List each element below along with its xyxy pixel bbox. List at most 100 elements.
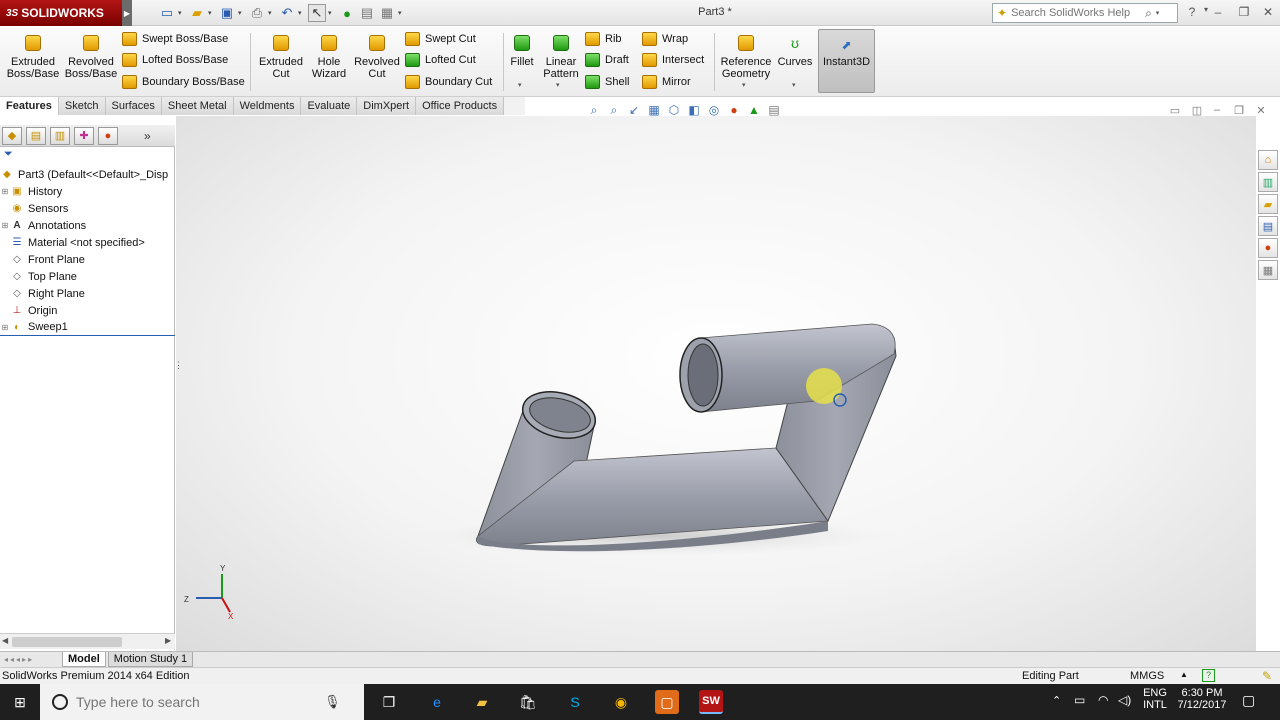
configuration-manager-icon[interactable]: ▥ xyxy=(50,126,70,145)
lofted-boss-base-button[interactable]: Lofted Boss/Base xyxy=(122,51,228,69)
solidworks-logo[interactable]: 3S SOLIDWORKS xyxy=(0,0,122,26)
show-hidden-icons-icon[interactable]: ⌃ xyxy=(1052,694,1061,707)
boundary-boss-base-button[interactable]: Boundary Boss/Base xyxy=(122,73,245,91)
task-view-icon[interactable]: ❐ xyxy=(377,690,401,714)
intersect-button[interactable]: Intersect xyxy=(642,51,704,69)
file-explorer-icon[interactable]: ▰ xyxy=(1258,194,1278,214)
rebuild-status-icon[interactable]: ✎ xyxy=(1262,669,1272,683)
property-manager-icon[interactable]: ▤ xyxy=(26,126,46,145)
microphone-icon[interactable]: 🎙 xyxy=(324,694,341,710)
mirror-button[interactable]: Mirror xyxy=(642,73,691,91)
search-icon[interactable]: ⌕ xyxy=(1145,6,1152,21)
scrollbar-thumb[interactable] xyxy=(12,637,122,647)
instant3d-button[interactable]: ⬈ Instant3D xyxy=(818,29,875,93)
expand-toggle-icon[interactable]: ⊞ xyxy=(0,323,10,332)
menu-expand-arrow-icon[interactable]: ▶ xyxy=(122,0,132,26)
tree-item-history[interactable]: ⊞ ▣ History xyxy=(0,183,175,200)
tab-surfaces[interactable]: Surfaces xyxy=(105,97,162,115)
draft-button[interactable]: Draft xyxy=(585,51,629,69)
quick-tips-icon[interactable]: ? xyxy=(1202,669,1215,682)
rebuild-icon[interactable]: ● xyxy=(338,4,356,22)
new-document-icon[interactable]: ▭ xyxy=(158,4,176,22)
extruded-cut-button[interactable]: Extruded Cut xyxy=(256,27,306,97)
select-cursor-icon[interactable]: ↖ xyxy=(308,4,326,22)
hole-wizard-button[interactable]: Hole Wizard xyxy=(309,27,349,97)
print-dropdown-icon[interactable]: ▾ xyxy=(268,9,276,17)
previous-view-icon[interactable]: ↙ xyxy=(626,103,642,119)
zoom-to-area-icon[interactable]: ⌕ xyxy=(606,103,622,119)
solidworks-resources-icon[interactable]: ⌂ xyxy=(1258,150,1278,170)
apply-scene-icon[interactable]: ▲ xyxy=(746,103,762,119)
network-icon[interactable]: ▭ xyxy=(1074,693,1085,707)
fillet-button[interactable]: Fillet xyxy=(506,27,538,97)
expand-panel-icon[interactable]: » xyxy=(144,129,151,143)
notifications-icon[interactable]: ▢ xyxy=(1242,692,1255,709)
tab-office-products[interactable]: Office Products xyxy=(416,97,505,115)
save-dropdown-icon[interactable]: ▾ xyxy=(238,9,246,17)
viewport-split-icon[interactable]: ◫ xyxy=(1190,104,1204,118)
input-language[interactable]: ENG INTL xyxy=(1140,687,1170,711)
tree-item-sensors[interactable]: ◉ Sensors xyxy=(0,200,175,217)
help-search-box[interactable]: ✦ ⌕ ▾ xyxy=(992,3,1178,23)
units-selector[interactable]: MMGS xyxy=(1130,670,1164,682)
rib-button[interactable]: Rib xyxy=(585,30,622,48)
extruded-boss-base-button[interactable]: Extruded Boss/Base xyxy=(6,27,60,97)
tab-scroll-arrows[interactable]: ◂◂◂▸▸ xyxy=(0,655,62,664)
print-icon[interactable]: ⎙ xyxy=(248,4,266,22)
viewport-restore-icon[interactable]: ❐ xyxy=(1232,104,1246,118)
restore-icon[interactable]: ❐ xyxy=(1236,5,1252,21)
view-palette-icon[interactable]: ▤ xyxy=(1258,216,1278,236)
hide-show-items-icon[interactable]: ◎ xyxy=(706,103,722,119)
taskbar-search-input[interactable] xyxy=(76,694,316,710)
tree-item-material[interactable]: ☰ Material <not specified> xyxy=(0,234,175,251)
display-manager-icon[interactable]: ● xyxy=(98,126,118,145)
scroll-right-icon[interactable]: ▶ xyxy=(165,636,171,645)
tree-item-origin[interactable]: ⊥ Origin xyxy=(0,302,175,319)
help-search-input[interactable] xyxy=(1011,7,1142,19)
taskbar-search-box[interactable]: 🎙 xyxy=(40,684,364,720)
curves-dropdown-icon[interactable]: ▾ xyxy=(792,81,796,89)
tab-model[interactable]: Model xyxy=(62,652,106,667)
wrap-button[interactable]: Wrap xyxy=(642,30,688,48)
open-folder-icon[interactable]: ▰ xyxy=(188,4,206,22)
edit-appearance-icon[interactable]: ● xyxy=(726,103,742,119)
undo-icon[interactable]: ↶ xyxy=(278,4,296,22)
tree-item-annotations[interactable]: ⊞ A Annotations xyxy=(0,217,175,234)
fillet-dropdown-icon[interactable]: ▾ xyxy=(518,81,522,89)
save-icon[interactable]: ▣ xyxy=(218,4,236,22)
media-app-icon[interactable]: ▢ xyxy=(655,690,679,714)
open-dropdown-icon[interactable]: ▾ xyxy=(208,9,216,17)
new-dropdown-icon[interactable]: ▾ xyxy=(178,9,186,17)
feature-manager-tree-icon[interactable]: ◆ xyxy=(2,126,22,145)
view-settings-icon[interactable]: ▤ xyxy=(766,103,782,119)
tree-item-front-plane[interactable]: ◇ Front Plane xyxy=(0,251,175,268)
expand-toggle-icon[interactable]: ⊞ xyxy=(0,187,10,196)
undo-dropdown-icon[interactable]: ▾ xyxy=(298,9,306,17)
tab-features[interactable]: Features xyxy=(0,97,59,115)
revolved-boss-base-button[interactable]: Revolved Boss/Base xyxy=(63,27,119,97)
select-dropdown-icon[interactable]: ▾ xyxy=(328,9,336,17)
tree-item-right-plane[interactable]: ◇ Right Plane xyxy=(0,285,175,302)
appearances-icon[interactable]: ● xyxy=(1258,238,1278,258)
scroll-left-icon[interactable]: ◀ xyxy=(2,636,8,645)
graphics-area[interactable]: Y Z X xyxy=(176,116,1256,651)
viewport-tile-icon[interactable]: ▭ xyxy=(1168,104,1182,118)
viewport-minimize-icon[interactable]: – xyxy=(1210,104,1224,118)
dimxpert-manager-icon[interactable]: ✚ xyxy=(74,126,94,145)
tab-sheet-metal[interactable]: Sheet Metal xyxy=(161,97,234,115)
section-view-icon[interactable]: ▦ xyxy=(646,103,662,119)
options-icon[interactable]: ▦ xyxy=(378,4,396,22)
panel-collapse-handle[interactable]: ⋮ xyxy=(174,360,183,390)
tab-dimxpert[interactable]: DimXpert xyxy=(357,97,417,115)
tree-item-sweep1[interactable]: ⊞ ◐ Sweep1 xyxy=(0,319,175,336)
reference-geometry-button[interactable]: Reference Geometry xyxy=(718,27,774,97)
file-explorer-taskbar-icon[interactable]: ▰ xyxy=(470,690,494,714)
tree-item-part[interactable]: ◆ Part3 (Default<<Default>_Disp xyxy=(0,166,175,183)
close-icon[interactable]: ✕ xyxy=(1260,5,1276,21)
tab-evaluate[interactable]: Evaluate xyxy=(301,97,358,115)
search-dropdown-icon[interactable]: ▾ xyxy=(1156,9,1160,17)
view-orientation-icon[interactable]: ⬡ xyxy=(666,103,682,119)
lofted-cut-button[interactable]: Lofted Cut xyxy=(405,51,476,69)
display-style-icon[interactable]: ◧ xyxy=(686,103,702,119)
skype-icon[interactable]: S xyxy=(563,690,587,714)
